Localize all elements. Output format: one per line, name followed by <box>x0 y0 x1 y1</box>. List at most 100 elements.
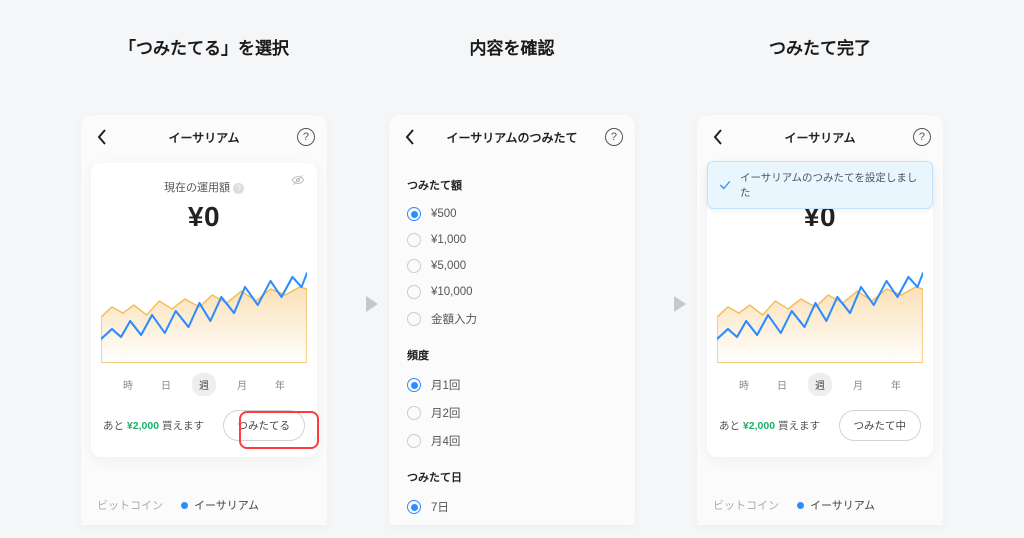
help-icon[interactable]: ? <box>913 128 931 146</box>
help-icon[interactable]: ? <box>297 128 315 146</box>
info-icon[interactable]: ? <box>233 183 244 194</box>
amount-options: ¥500 ¥1,000 ¥5,000 ¥10,000 金額入力 <box>407 201 617 333</box>
range-年[interactable]: 年 <box>268 373 292 396</box>
section-amount-title: つみたて額 <box>407 177 617 193</box>
day-options: 7日14日 <box>407 493 617 525</box>
option-label: ¥1,000 <box>431 234 466 246</box>
tab-ビットコイン[interactable]: ビットコイン <box>713 497 779 513</box>
accumulate-form: つみたて額 ¥500 ¥1,000 ¥5,000 ¥10,000 金額入力 頻度 月1回… <box>389 159 635 525</box>
balance-card: 現在の運用額? ¥0 時日週月年 <box>91 163 317 457</box>
screen-title: イーサリアム <box>785 129 856 146</box>
radio-icon <box>407 312 421 326</box>
option-¥500[interactable]: ¥500 <box>407 201 617 227</box>
step-1: 「つみたてる」を選択 イーサリアム ? 現在の運用額? ¥0 <box>81 34 327 525</box>
header-bar: イーサリアム ? <box>81 115 327 159</box>
tutorial-stage: 「つみたてる」を選択 イーサリアム ? 現在の運用額? ¥0 <box>0 0 1024 538</box>
buy-suffix: 買えます <box>159 420 204 432</box>
option-¥1,000[interactable]: ¥1,000 <box>407 227 617 253</box>
range-時[interactable]: 時 <box>732 373 756 396</box>
arrow-right-icon <box>359 292 383 316</box>
range-月[interactable]: 月 <box>846 373 870 396</box>
option-label: 月1回 <box>431 377 460 393</box>
back-button[interactable] <box>93 128 111 146</box>
option-label: ¥10,000 <box>431 286 473 298</box>
option-label: 金額入力 <box>431 311 477 327</box>
tab-ビットコイン[interactable]: ビットコイン <box>97 497 163 513</box>
active-dot-icon <box>181 502 188 509</box>
radio-icon <box>407 406 421 420</box>
option-label: ¥5,000 <box>431 260 466 272</box>
range-年[interactable]: 年 <box>884 373 908 396</box>
phone-screen-1: イーサリアム ? 現在の運用額? ¥0 <box>81 115 327 525</box>
radio-icon <box>407 285 421 299</box>
freq-options: 月1回月2回月4回 <box>407 371 617 455</box>
radio-icon <box>407 259 421 273</box>
step-2: 内容を確認 イーサリアムのつみたて ? つみたて額 ¥500 ¥1,000 ¥5,0… <box>389 34 635 525</box>
option-¥10,000[interactable]: ¥10,000 <box>407 279 617 305</box>
buy-amount: ¥2,000 <box>743 420 775 432</box>
phone-screen-2: イーサリアムのつみたて ? つみたて額 ¥500 ¥1,000 ¥5,000 ¥10,… <box>389 115 635 525</box>
option-月4回[interactable]: 月4回 <box>407 427 617 455</box>
check-icon <box>718 178 732 192</box>
tab-label: ビットコイン <box>97 497 163 513</box>
section-day-title: つみたて日 <box>407 469 617 485</box>
section-freq-title: 頻度 <box>407 347 617 363</box>
accumulate-button[interactable]: つみたてる <box>223 410 306 441</box>
phone-screen-3: イーサリアム ? イーサリアムのつみたてを設定しました 現在の運用額? ¥0 <box>697 115 943 525</box>
option-¥5,000[interactable]: ¥5,000 <box>407 253 617 279</box>
range-日[interactable]: 日 <box>154 373 178 396</box>
buy-prefix: あと <box>103 420 127 432</box>
range-週[interactable]: 週 <box>808 373 832 396</box>
option-金額入力[interactable]: 金額入力 <box>407 305 617 333</box>
buy-amount: ¥2,000 <box>127 420 159 432</box>
step-3-title: つみたて完了 <box>697 34 943 59</box>
range-時[interactable]: 時 <box>116 373 140 396</box>
visibility-toggle-icon[interactable] <box>291 173 305 187</box>
asset-tabs: ビットコイン イーサリアム <box>697 485 943 525</box>
tab-label: ビットコイン <box>713 497 779 513</box>
header-bar: イーサリアム ? <box>697 115 943 159</box>
option-月1回[interactable]: 月1回 <box>407 371 617 399</box>
option-label: 月4回 <box>431 433 460 449</box>
chart-svg <box>101 243 307 363</box>
balance-value: ¥0 <box>101 201 307 233</box>
range-selector: 時日週月年 <box>717 373 923 396</box>
range-selector: 時日週月年 <box>101 373 307 396</box>
radio-icon <box>407 378 421 392</box>
range-週[interactable]: 週 <box>192 373 216 396</box>
active-dot-icon <box>797 502 804 509</box>
chart-svg <box>717 243 923 363</box>
buy-remaining-text: あと ¥2,000 買えます <box>103 418 204 433</box>
step-1-title: 「つみたてる」を選択 <box>81 34 327 59</box>
option-月2回[interactable]: 月2回 <box>407 399 617 427</box>
buy-suffix: 買えます <box>775 420 820 432</box>
balance-label: 現在の運用額? <box>101 179 307 195</box>
banner-text: イーサリアムのつみたてを設定しました <box>740 170 922 200</box>
buy-row: あと ¥2,000 買えます つみたて中 <box>717 410 923 441</box>
tab-イーサリアム[interactable]: イーサリアム <box>181 497 259 513</box>
step-2-title: 内容を確認 <box>389 34 635 59</box>
buy-remaining-text: あと ¥2,000 買えます <box>719 418 820 433</box>
option-label: 月2回 <box>431 405 460 421</box>
buy-row: あと ¥2,000 買えます つみたてる <box>101 410 307 441</box>
buy-prefix: あと <box>719 420 743 432</box>
radio-icon <box>407 233 421 247</box>
help-icon[interactable]: ? <box>605 128 623 146</box>
tab-イーサリアム[interactable]: イーサリアム <box>797 497 875 513</box>
price-chart <box>101 243 307 363</box>
arrow-right-icon <box>667 292 691 316</box>
back-button[interactable] <box>709 128 727 146</box>
step-3: つみたて完了 イーサリアム ? イーサリアムのつみたてを設定しました 現在の運用… <box>697 34 943 525</box>
back-button[interactable] <box>401 128 419 146</box>
option-7日[interactable]: 7日 <box>407 493 617 521</box>
accumulate-status-button[interactable]: つみたて中 <box>839 410 922 441</box>
radio-icon <box>407 434 421 448</box>
option-14日[interactable]: 14日 <box>407 521 617 525</box>
range-月[interactable]: 月 <box>230 373 254 396</box>
screen-title: イーサリアムのつみたて <box>447 129 578 146</box>
price-chart <box>717 243 923 363</box>
option-label: ¥500 <box>431 208 457 220</box>
tab-label: イーサリアム <box>194 497 259 513</box>
radio-icon <box>407 500 421 514</box>
range-日[interactable]: 日 <box>770 373 794 396</box>
